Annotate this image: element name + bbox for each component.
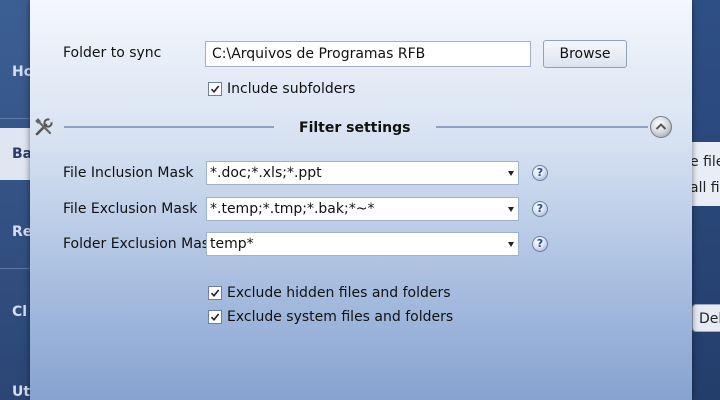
sync-settings-dialog: Folder to sync C:\Arquivos de Programas … [30, 0, 692, 400]
folder-path-input[interactable]: C:\Arquivos de Programas RFB [205, 41, 531, 67]
exclude-system-checkbox[interactable] [208, 310, 222, 324]
background-text: e file [692, 154, 720, 170]
dropdown-arrow-icon [508, 242, 514, 247]
exclude-hidden-checkbox[interactable] [208, 286, 222, 300]
collapse-up-icon[interactable] [650, 116, 672, 138]
nav-item-utilities[interactable]: Ut [12, 384, 30, 400]
help-icon[interactable]: ? [532, 201, 548, 217]
tools-icon [34, 117, 54, 137]
section-divider-right [436, 126, 648, 128]
browse-button[interactable]: Browse [543, 40, 627, 68]
delete-button[interactable]: Dele [692, 304, 720, 332]
exclude-system-option[interactable]: Exclude system files and folders [208, 309, 453, 325]
help-icon[interactable]: ? [532, 165, 548, 181]
file-exclusion-mask-value: *.temp;*.tmp;*.bak;*~* [210, 201, 375, 217]
exclude-hidden-option[interactable]: Exclude hidden files and folders [208, 285, 451, 301]
nav-item-backup[interactable]: Ba [0, 128, 30, 180]
nav-item-home[interactable]: Ho [12, 64, 30, 80]
include-subfolders-label: Include subfolders [227, 81, 356, 97]
checkmark-icon [210, 313, 220, 322]
folder-to-sync-label: Folder to sync [63, 45, 162, 61]
file-exclusion-mask-select[interactable]: *.temp;*.tmp;*.bak;*~* [206, 197, 519, 221]
checkmark-icon [210, 85, 220, 94]
nav-separator [0, 268, 30, 269]
file-exclusion-mask-label: File Exclusion Mask [63, 201, 198, 217]
filter-settings-title: Filter settings [299, 120, 411, 136]
exclude-system-label: Exclude system files and folders [227, 309, 454, 325]
file-inclusion-mask-value: *.doc;*.xls;*.ppt [210, 165, 322, 181]
dropdown-arrow-icon [508, 207, 514, 212]
folder-exclusion-mask-select[interactable]: temp* [206, 232, 519, 256]
nav-separator [0, 118, 30, 119]
background-text: all fi [692, 180, 720, 196]
folder-exclusion-mask-value: temp* [210, 236, 254, 252]
include-subfolders-checkbox[interactable] [208, 82, 222, 96]
nav-item-cleanup[interactable]: Cl [12, 304, 27, 320]
background-nav: Ho Ba Re Cl Ut [0, 0, 30, 400]
help-icon[interactable]: ? [532, 236, 548, 252]
folder-exclusion-mask-label: Folder Exclusion Mask [63, 236, 218, 252]
include-subfolders-option[interactable]: Include subfolders [208, 81, 355, 97]
dropdown-arrow-icon [508, 171, 514, 176]
file-inclusion-mask-label: File Inclusion Mask [63, 165, 194, 181]
nav-item-restore[interactable]: Re [12, 224, 30, 240]
section-divider-left [64, 126, 274, 128]
background-content: e file all fi Dele [692, 0, 720, 400]
file-inclusion-mask-select[interactable]: *.doc;*.xls;*.ppt [206, 161, 519, 185]
exclude-hidden-label: Exclude hidden files and folders [227, 285, 451, 301]
checkmark-icon [210, 289, 220, 298]
background-panel: e file all fi [692, 142, 720, 206]
